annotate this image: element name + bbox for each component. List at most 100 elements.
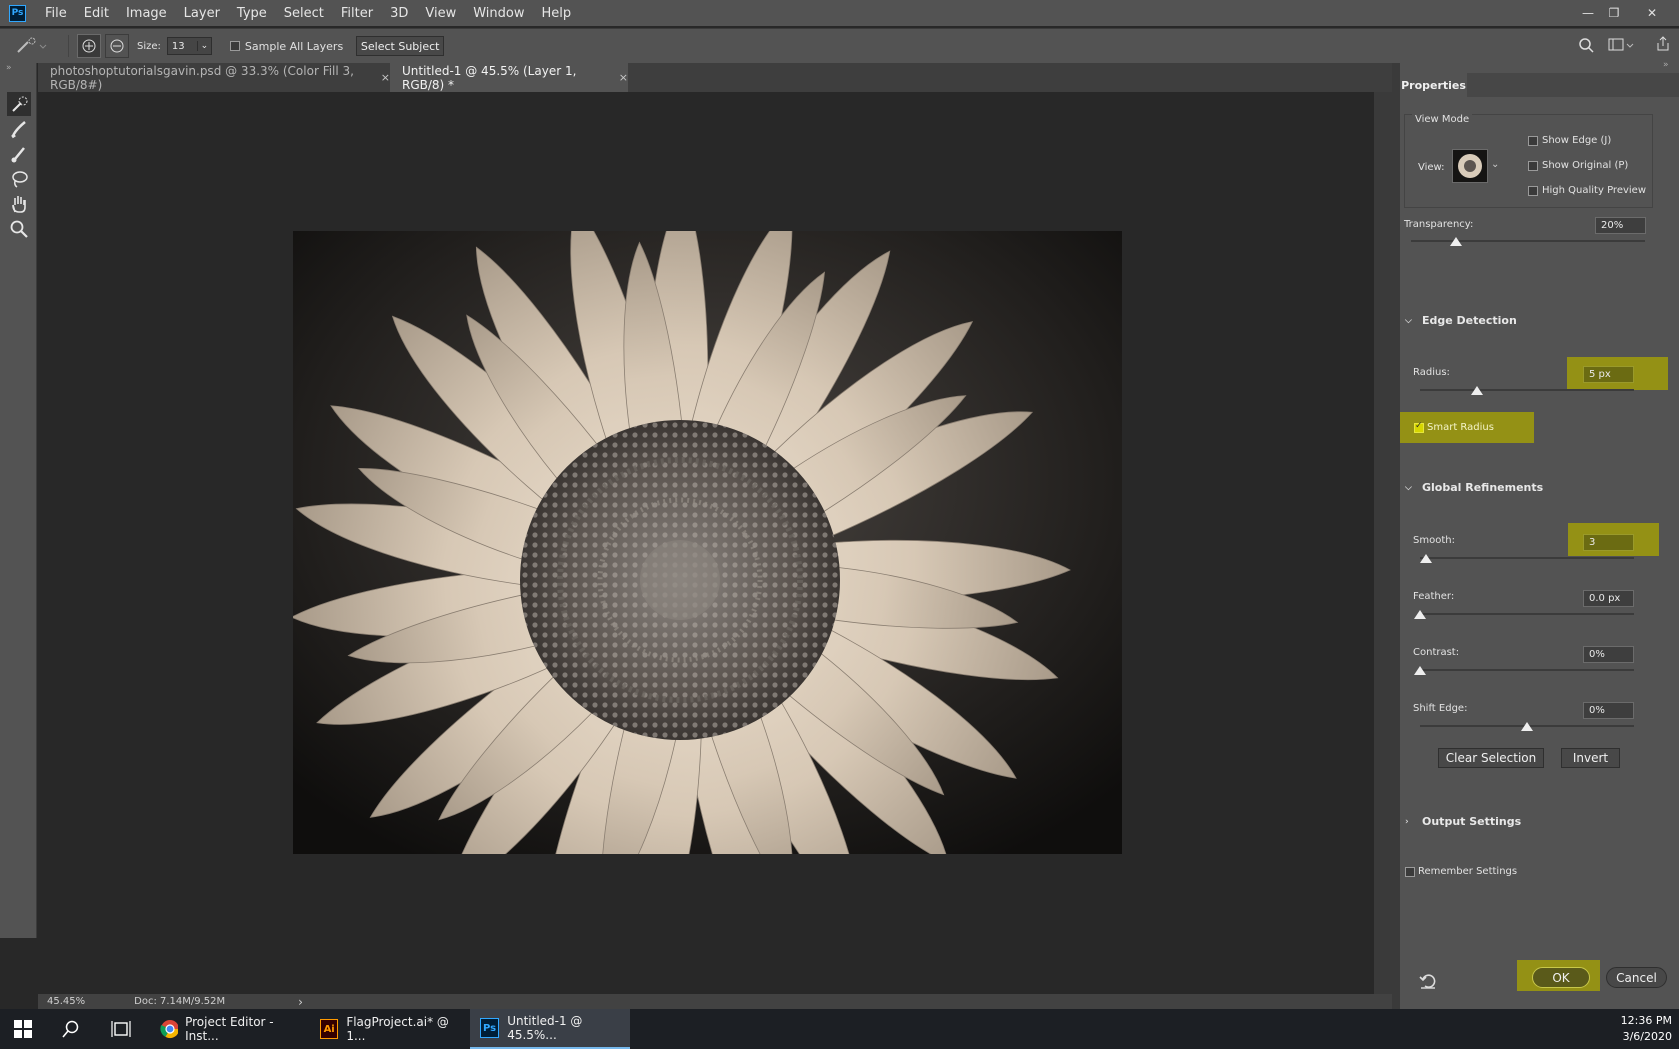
view-thumbnail[interactable] <box>1452 149 1488 183</box>
menu-file[interactable]: File <box>45 6 67 21</box>
search-icon[interactable] <box>1578 37 1594 56</box>
shift-edge-slider-thumb[interactable] <box>1521 722 1533 731</box>
feather-input[interactable]: 0.0 px <box>1583 590 1634 607</box>
collapse-panel-icon[interactable]: » <box>1663 60 1669 70</box>
menu-filter[interactable]: Filter <box>341 6 373 21</box>
menu-edit[interactable]: Edit <box>84 6 109 21</box>
output-settings-title: Output Settings <box>1422 815 1522 828</box>
menu-select[interactable]: Select <box>284 6 324 21</box>
chevron-down-icon: ⌄ <box>196 41 211 51</box>
chevron-down-icon: ⌵ <box>1405 315 1412 326</box>
menu-image[interactable]: Image <box>126 6 167 21</box>
contrast-label: Contrast: <box>1413 647 1460 658</box>
add-to-selection-button[interactable] <box>77 34 101 58</box>
tool-preset-picker[interactable] <box>12 34 60 58</box>
shift-edge-input[interactable]: 0% <box>1583 702 1634 719</box>
smooth-slider[interactable] <box>1420 557 1634 559</box>
select-subject-button[interactable]: Select Subject <box>356 36 445 56</box>
smart-radius-checkbox[interactable] <box>1414 421 1424 433</box>
cancel-button[interactable]: Cancel <box>1606 967 1667 988</box>
view-dropdown-chevron-icon[interactable]: ⌄ <box>1491 159 1499 170</box>
taskbar-chrome[interactable]: Project Editor - Inst... <box>150 1009 299 1049</box>
menu-3d[interactable]: 3D <box>390 6 408 21</box>
tab-untitled-1[interactable]: Untitled-1 @ 45.5% (Layer 1, RGB/8) * × <box>390 63 628 92</box>
quick-selection-icon <box>12 96 28 112</box>
close-tab-icon[interactable]: × <box>381 71 390 84</box>
show-edge-checkbox[interactable] <box>1528 136 1538 146</box>
high-quality-preview-label: High Quality Preview <box>1542 185 1646 196</box>
contrast-slider-thumb[interactable] <box>1414 666 1426 675</box>
taskbar-illustrator[interactable]: Ai FlagProject.ai* @ 1... <box>310 1009 460 1049</box>
taskbar-search-icon[interactable] <box>62 1020 80 1042</box>
zoom-tool[interactable] <box>7 217 31 241</box>
restore-icon[interactable]: ❐ <box>1604 4 1624 22</box>
high-quality-preview-checkbox[interactable] <box>1528 186 1538 196</box>
workspace-icon[interactable] <box>1608 37 1634 56</box>
options-separator <box>68 35 69 57</box>
transparency-input[interactable]: 20% <box>1595 217 1646 234</box>
reset-icon[interactable] <box>1419 973 1437 993</box>
menu-help[interactable]: Help <box>542 6 572 21</box>
show-original-checkbox[interactable] <box>1528 161 1538 171</box>
tab-photoshoptutorialsgavin[interactable]: photoshoptutorialsgavin.psd @ 33.3% (Col… <box>38 63 390 92</box>
share-icon[interactable] <box>1655 36 1671 55</box>
close-window-icon[interactable]: ✕ <box>1642 4 1662 22</box>
contrast-slider[interactable] <box>1420 669 1634 671</box>
global-refinements-header[interactable]: ⌵ Global Refinements <box>1405 481 1543 494</box>
transparency-slider-thumb[interactable] <box>1450 237 1462 246</box>
sample-all-layers-checkbox[interactable] <box>229 41 240 51</box>
windows-start-icon[interactable] <box>14 1020 32 1042</box>
smooth-input[interactable]: 3 <box>1583 534 1634 551</box>
hand-tool[interactable] <box>7 192 31 216</box>
transparency-label: Transparency: <box>1404 219 1474 230</box>
collapse-toolbar-icon[interactable]: » <box>6 63 12 73</box>
contrast-input[interactable]: 0% <box>1583 646 1634 663</box>
feather-slider-thumb[interactable] <box>1414 610 1426 619</box>
quick-selection-tool[interactable] <box>7 92 31 116</box>
feather-slider[interactable] <box>1420 613 1634 615</box>
status-bar: 45.45% Doc: 7.14M/9.52M › <box>38 994 1392 1009</box>
size-dropdown[interactable]: 13 ⌄ <box>166 37 212 55</box>
menu-window[interactable]: Window <box>473 6 524 21</box>
radius-input[interactable]: 5 px <box>1583 366 1634 383</box>
sunflower-image[interactable] <box>293 231 1122 854</box>
minimize-icon[interactable]: — <box>1578 4 1598 22</box>
vertical-scroll-area[interactable] <box>1374 92 1392 994</box>
brush-tool[interactable] <box>7 142 31 166</box>
show-original-label: Show Original (P) <box>1542 160 1629 171</box>
close-tab-icon[interactable]: × <box>619 71 628 84</box>
taskbar-clock[interactable]: 12:36 PM 3/6/2020 <box>1590 1013 1672 1045</box>
lasso-tool[interactable] <box>7 167 31 191</box>
invert-button[interactable]: Invert <box>1561 748 1620 768</box>
edge-detection-header[interactable]: ⌵ Edge Detection <box>1405 314 1517 327</box>
shift-edge-label: Shift Edge: <box>1413 703 1468 714</box>
chevron-right-icon: › <box>1405 816 1409 827</box>
menu-view[interactable]: View <box>425 6 456 21</box>
transparency-slider[interactable] <box>1411 240 1645 242</box>
chevron-down-icon: ⌵ <box>1405 482 1412 493</box>
output-settings-header[interactable]: › Output Settings <box>1405 815 1521 828</box>
remember-settings-checkbox[interactable] <box>1405 867 1415 877</box>
zoom-level[interactable]: 45.45% <box>47 996 85 1007</box>
smooth-slider-thumb[interactable] <box>1420 554 1432 563</box>
subtract-from-selection-button[interactable] <box>105 34 129 58</box>
status-arrow-icon[interactable]: › <box>298 995 303 1009</box>
radius-slider[interactable] <box>1420 389 1634 391</box>
canvas-area[interactable] <box>38 92 1374 994</box>
sample-all-layers-label: Sample All Layers <box>244 39 344 53</box>
paint-brush-icon <box>11 147 25 163</box>
photoshop-logo[interactable]: Ps <box>9 4 26 22</box>
size-label: Size: <box>137 40 161 52</box>
ok-button[interactable]: OK <box>1532 967 1590 988</box>
clear-selection-button[interactable]: Clear Selection <box>1438 748 1544 768</box>
menu-type[interactable]: Type <box>237 6 267 21</box>
taskbar-label: Project Editor - Inst... <box>185 1015 274 1043</box>
radius-slider-thumb[interactable] <box>1471 386 1483 395</box>
menu-layer[interactable]: Layer <box>184 6 220 21</box>
quick-selection-icon <box>17 37 47 53</box>
task-view-icon[interactable] <box>111 1020 131 1042</box>
tab-properties[interactable]: Properties <box>1400 73 1467 97</box>
refine-edge-brush-tool[interactable] <box>7 117 31 141</box>
taskbar-photoshop[interactable]: Ps Untitled-1 @ 45.5%... <box>470 1009 630 1049</box>
document-tabs: photoshoptutorialsgavin.psd @ 33.3% (Col… <box>38 63 1393 92</box>
